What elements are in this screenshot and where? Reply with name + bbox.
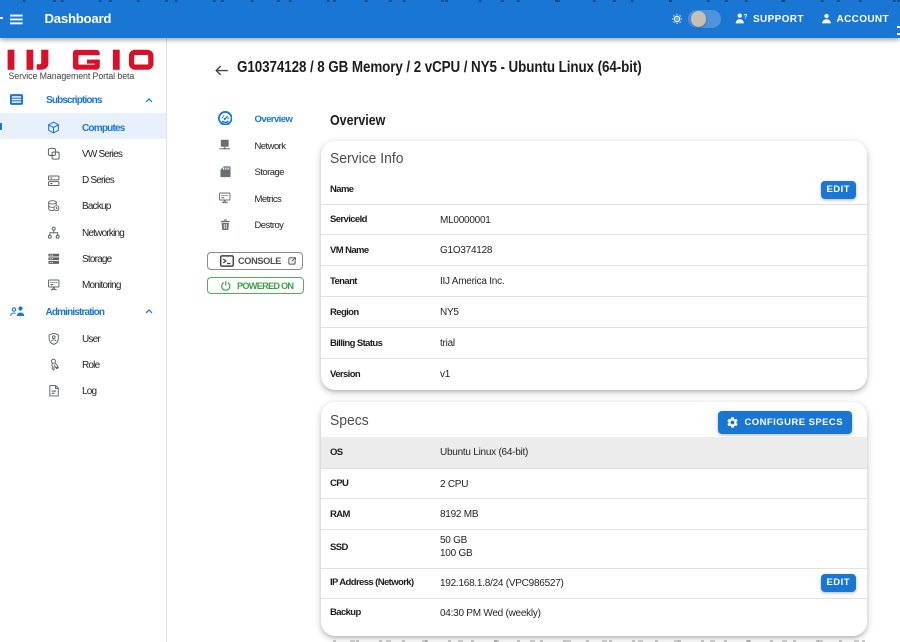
svg-text:?: ? <box>744 13 748 20</box>
